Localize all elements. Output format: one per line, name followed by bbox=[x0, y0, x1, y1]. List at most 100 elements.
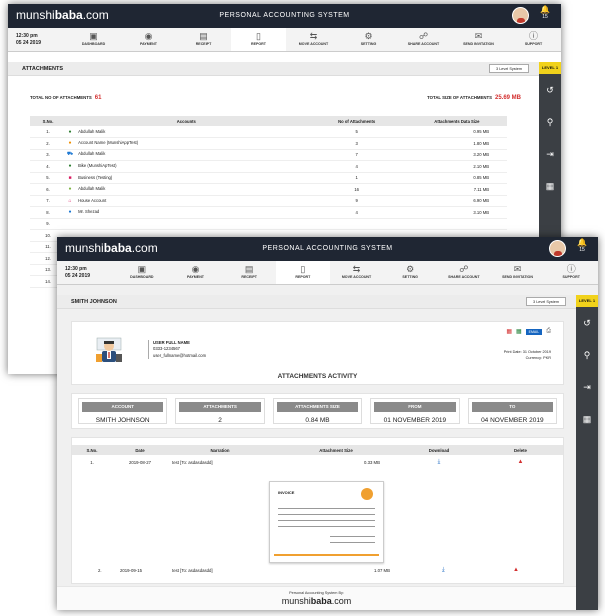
table-row[interactable]: 4. ● Bike (MunshiApTest) 4 2.10 MB bbox=[30, 160, 507, 173]
cell-count: 5 bbox=[306, 126, 407, 138]
back-icon[interactable]: ↺ bbox=[539, 74, 561, 106]
email-button[interactable]: EMAIL bbox=[525, 328, 543, 335]
export-icon[interactable]: ⇥ bbox=[539, 138, 561, 170]
cell-account: ⌂ House Account bbox=[66, 195, 307, 207]
cell-size: 7.11 MB bbox=[406, 183, 507, 196]
nav-report[interactable]: ▯ REPORT bbox=[231, 28, 286, 51]
table-row[interactable]: 2. ● Account Name (MunshiAppTest) 3 1.80 MB bbox=[30, 137, 507, 150]
table-row[interactable]: 8. ● Mr. Shezad 4 3.10 MB bbox=[30, 206, 507, 219]
delete-icon[interactable]: ▲ bbox=[518, 459, 524, 465]
back-icon[interactable]: ↺ bbox=[576, 307, 598, 339]
cell-size: 0.85 MB bbox=[406, 172, 507, 184]
nav-move-account[interactable]: ⇆ MOVE ACCOUNT bbox=[286, 28, 341, 51]
report-header-card: USER FULL NAME 0333-1234567 user_fullnam… bbox=[71, 321, 564, 385]
nav-send-invitation[interactable]: ✉ SEND INVITATION bbox=[491, 261, 545, 284]
table-row[interactable]: 9. bbox=[30, 218, 507, 230]
cell-count: 4 bbox=[306, 206, 407, 219]
export-icon[interactable]: ⇥ bbox=[576, 371, 598, 403]
report-icon: ▯ bbox=[256, 31, 261, 41]
nav-setting[interactable]: ⚙ SETTING bbox=[383, 261, 437, 284]
calendar-icon[interactable]: ▦ bbox=[576, 403, 598, 435]
receipt-icon: ▤ bbox=[244, 264, 254, 274]
activity-table: S.No. Date Narration Attachment Size Dow… bbox=[72, 445, 563, 469]
footer-logo[interactable]: munshibaba.com bbox=[57, 596, 576, 606]
nav-share-account[interactable]: ☍ SHARE ACCOUNT bbox=[437, 261, 491, 284]
total-count-value: 61 bbox=[94, 95, 102, 101]
house-icon: ⌂ bbox=[68, 197, 72, 204]
table-row[interactable]: 7. ⌂ House Account 9 6.90 MB bbox=[30, 195, 507, 207]
user-info: USER FULL NAME 0333-1234567 user_fullnam… bbox=[148, 340, 206, 359]
print-icon[interactable]: ⎙ bbox=[546, 328, 551, 335]
user-cartoon-icon bbox=[96, 337, 122, 362]
total-size-value: 25.69 MB bbox=[494, 95, 521, 101]
level-system-button[interactable]: 3 Level System bbox=[489, 64, 529, 73]
table-row[interactable]: 6. ● Abdullah Malik 16 7.11 MB bbox=[30, 183, 507, 196]
table-row[interactable]: 1. ● Abdullah Malik 5 0.95 MB bbox=[30, 126, 507, 138]
cell-sno: 9. bbox=[30, 218, 67, 230]
level-system-button[interactable]: 3 Level System bbox=[526, 297, 566, 306]
invoice-logo-icon bbox=[361, 488, 373, 500]
nav-support[interactable]: ⓘ SUPPORT bbox=[544, 261, 598, 284]
car-icon: ⛟ bbox=[66, 151, 74, 158]
cell-size: 3.20 MB bbox=[406, 149, 507, 161]
table-row[interactable]: 5. ■ Business (Testing) 1 0.85 MB bbox=[30, 172, 507, 184]
nav-receipt[interactable]: ▤ RECEIPT bbox=[222, 261, 276, 284]
cell-account: ● Mr. Shezad bbox=[66, 206, 307, 219]
stats-row: ACCOUNT SMITH JOHNSON ATTACHMENTS 2 ATTACH… bbox=[71, 393, 564, 429]
cell-sno: 8. bbox=[30, 206, 67, 219]
move-account-icon: ⇆ bbox=[309, 31, 318, 41]
notification-bell[interactable]: 🔔 15 bbox=[572, 238, 592, 253]
total-count-label: TOTAL NO OF ATTACHMENTS bbox=[30, 95, 92, 100]
delete-icon[interactable]: ▲ bbox=[513, 567, 519, 573]
search-icon[interactable]: ⚲ bbox=[539, 106, 561, 138]
cell-account bbox=[66, 218, 307, 230]
cell-size: 2.10 MB bbox=[406, 160, 507, 173]
col-accounts: Accounts bbox=[66, 116, 307, 126]
nav-share-account[interactable]: ☍ SHARE ACCOUNT bbox=[396, 28, 451, 51]
cell-sno: 1. bbox=[30, 126, 67, 138]
notification-count: 15 bbox=[579, 246, 585, 253]
nav-setting[interactable]: ⚙ SETTING bbox=[341, 28, 396, 51]
currency: Currency: PKR bbox=[525, 356, 551, 361]
app-title: PERSONAL ACCOUNTING SYSTEM bbox=[219, 12, 350, 19]
table-header: S.No. Accounts No of Attachments Attachm… bbox=[30, 116, 507, 126]
avatar[interactable] bbox=[549, 240, 566, 257]
cell-sno: 3. bbox=[30, 149, 67, 161]
nav-bar: 12:30 pm 05 24 2019 ▣ DASHBOARD ◉ PAYMENT ▤… bbox=[57, 261, 598, 285]
invitation-icon: ✉ bbox=[474, 31, 483, 41]
nav-dashboard[interactable]: ▣ DASHBOARD bbox=[66, 28, 121, 51]
nav-dashboard[interactable]: ▣ DASHBOARD bbox=[115, 261, 169, 284]
notification-bell[interactable]: 🔔 15 bbox=[535, 5, 555, 20]
right-sidebar: LEVEL 1 ↺ ⚲ ⇥ ▦ bbox=[576, 295, 598, 610]
pdf-icon[interactable]: ▦ bbox=[506, 328, 512, 335]
table-row[interactable]: 3. ⛟ Abdullah Malik 7 3.20 MB bbox=[30, 149, 507, 161]
nav-receipt[interactable]: ▤ RECEIPT bbox=[176, 28, 231, 51]
nav-payment[interactable]: ◉ PAYMENT bbox=[121, 28, 176, 51]
avatar[interactable] bbox=[512, 7, 529, 24]
nav-move-account[interactable]: ⇆ MOVE ACCOUNT bbox=[330, 261, 384, 284]
totals-row: TOTAL NO OF ATTACHMENTS 61 TOTAL SIZE OF … bbox=[30, 95, 527, 107]
nav-send-invitation[interactable]: ✉ SEND INVITATION bbox=[451, 28, 506, 51]
search-icon[interactable]: ⚲ bbox=[576, 339, 598, 371]
help-icon: ⓘ bbox=[566, 264, 576, 274]
notification-count: 15 bbox=[542, 13, 548, 20]
share-icon: ☍ bbox=[418, 31, 429, 41]
activity-title: ATTACHMENTS ACTIVITY bbox=[277, 373, 358, 380]
cell-count: 7 bbox=[306, 149, 407, 161]
stat-size: ATTACHMENTS SIZE 0.84 MB bbox=[272, 398, 363, 424]
calendar-icon[interactable]: ▦ bbox=[539, 170, 561, 202]
download-icon[interactable]: ⤓ bbox=[442, 567, 445, 574]
share-icon: ☍ bbox=[459, 264, 469, 274]
nav-support[interactable]: ⓘ SUPPORT bbox=[506, 28, 561, 51]
cell-size bbox=[406, 218, 507, 230]
cell-account: ● Account Name (MunshiAppTest) bbox=[66, 137, 307, 150]
download-icon[interactable]: ⤓ bbox=[438, 459, 441, 465]
cell-size: 1.80 MB bbox=[406, 137, 507, 150]
excel-icon[interactable]: ▦ bbox=[516, 328, 522, 335]
move-account-icon: ⇆ bbox=[352, 264, 361, 274]
invoice-preview[interactable]: INVOICE bbox=[269, 481, 384, 563]
nav-report[interactable]: ▯ REPORT bbox=[276, 261, 330, 284]
payment-icon: ◉ bbox=[191, 264, 200, 274]
nav-payment[interactable]: ◉ PAYMENT bbox=[169, 261, 223, 284]
cell-sno: 4. bbox=[30, 160, 67, 173]
